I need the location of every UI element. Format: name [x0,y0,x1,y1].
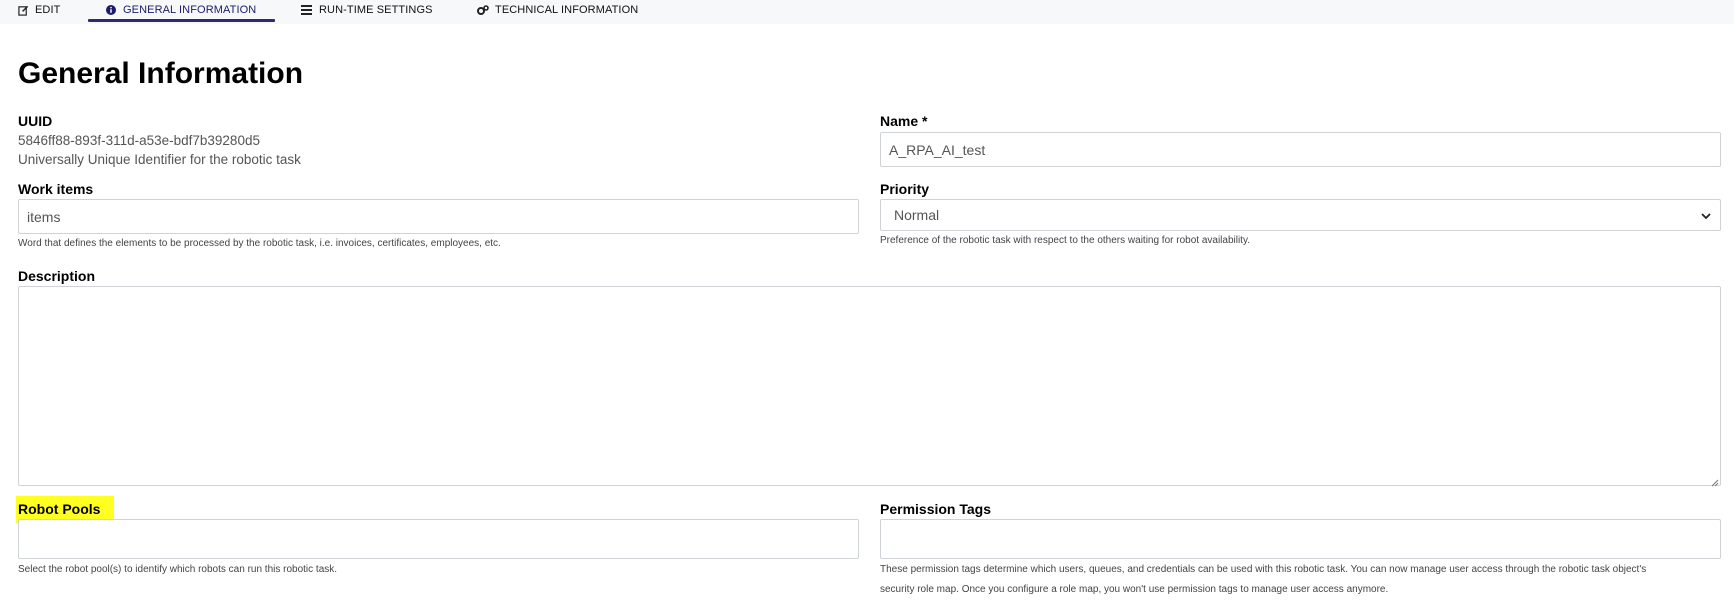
name-field[interactable]: A_RPA_AI_test [880,132,1721,167]
permission-tags-help-line-1: These permission tags determine which us… [880,564,1647,575]
tab-run-time-settings[interactable]: RUN-TIME SETTINGS [301,0,433,20]
permission-tags-field[interactable] [880,519,1721,559]
priority-select[interactable]: Normal [880,199,1721,231]
tab-general-information-label: GENERAL INFORMATION [123,4,257,16]
permission-tags-help-line-2: security role map. Once you configure a … [880,584,1389,595]
work-items-help: Word that defines the elements to be pro… [18,238,501,249]
page-title: General Information [18,57,304,90]
gears-icon [477,4,489,16]
robot-pools-label: Robot Pools [18,501,101,517]
priority-help: Preference of the robotic task with resp… [880,235,1250,246]
edit-icon [17,4,29,16]
name-field-value: A_RPA_AI_test [889,141,986,158]
priority-selected-value: Normal [894,207,940,223]
info-circle-icon [105,4,117,16]
permission-tags-label: Permission Tags [880,501,992,517]
work-items-field-value: items [27,208,61,225]
tab-edit-label: EDIT [35,4,61,16]
uuid-label: UUID [18,113,53,129]
robot-pools-help: Select the robot pool(s) to identify whi… [18,564,338,575]
tab-general-information[interactable]: GENERAL INFORMATION [105,0,256,20]
tab-edit[interactable]: EDIT [17,0,60,20]
uuid-help: Universally Unique Identifier for the ro… [18,152,301,167]
resize-handle-icon[interactable] [1709,474,1719,487]
tab-technical-information[interactable]: TECHNICAL INFORMATION [477,0,638,20]
description-label: Description [18,268,96,284]
work-items-label: Work items [18,181,94,197]
list-settings-icon [301,4,313,16]
chevron-down-icon [1700,209,1712,221]
name-label: Name * [880,113,928,129]
tab-bar: EDIT GENERAL INFORMATION RUN-TIME SETTIN… [0,0,1734,24]
description-textarea[interactable] [18,286,1721,487]
priority-label: Priority [880,181,930,197]
tab-run-time-settings-label: RUN-TIME SETTINGS [319,4,433,16]
tab-technical-information-label: TECHNICAL INFORMATION [495,4,639,16]
uuid-value: 5846ff88-893f-311d-a53e-bdf7b39280d5 [18,133,260,148]
robot-pools-field[interactable] [18,519,859,559]
work-items-field[interactable]: items [18,199,859,234]
active-tab-indicator [88,19,275,22]
